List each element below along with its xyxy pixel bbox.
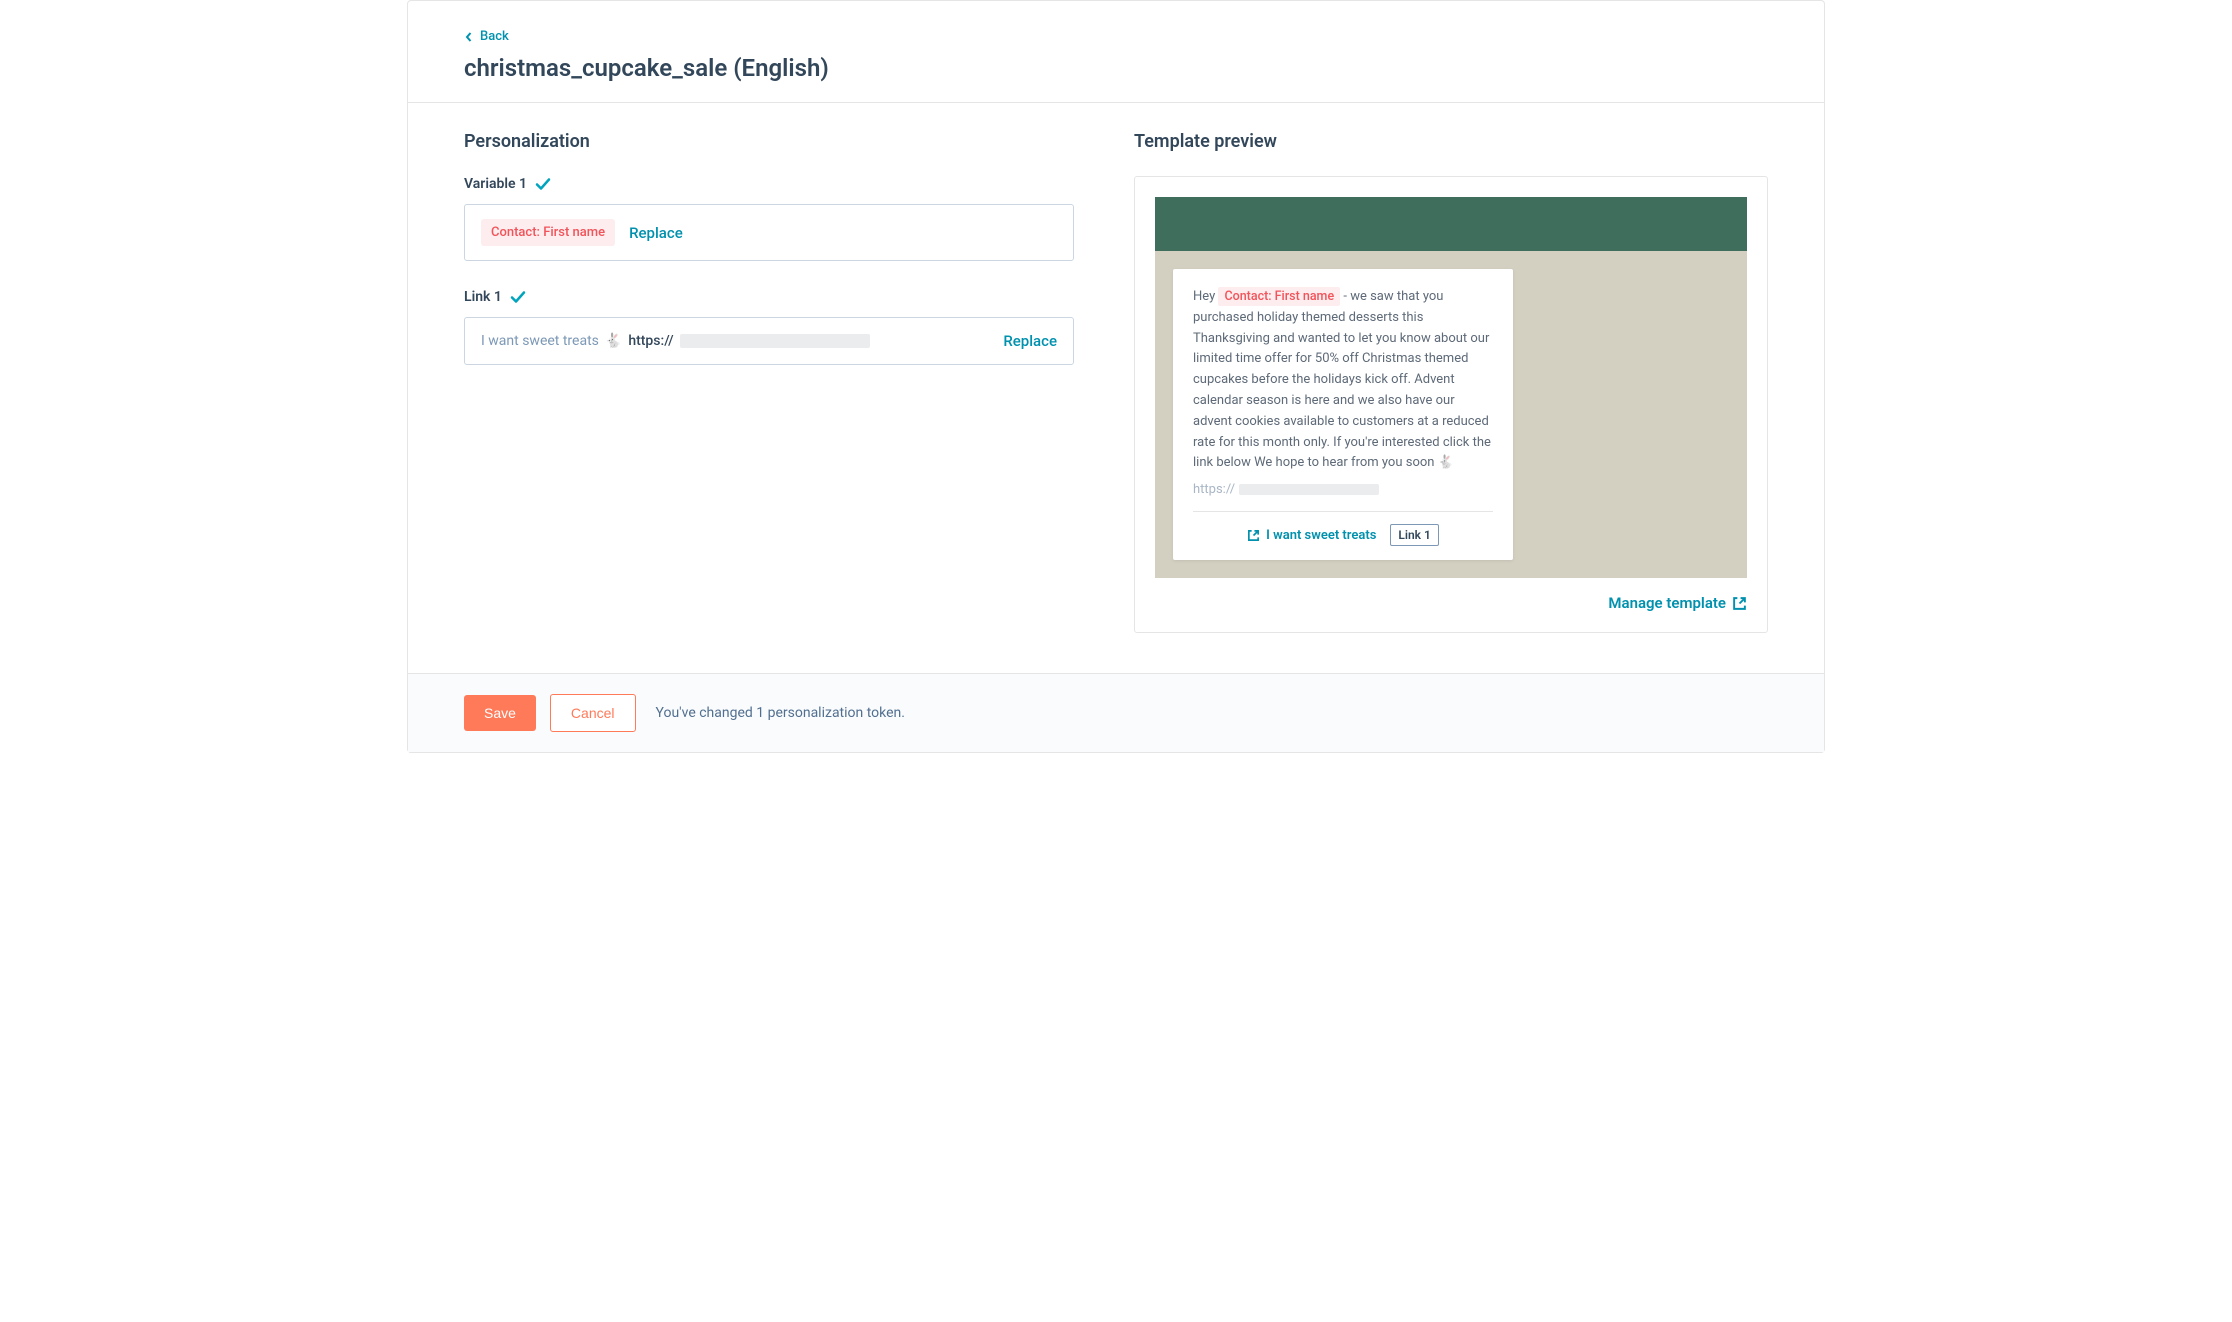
- preview-url: https://: [1193, 482, 1493, 497]
- footer-bar: Save Cancel You've changed 1 personaliza…: [408, 673, 1824, 752]
- variable-1-replace-link[interactable]: Replace: [629, 224, 683, 242]
- external-link-icon: [1732, 596, 1747, 611]
- back-link[interactable]: Back: [464, 29, 509, 44]
- redacted-url-sm: [1239, 484, 1379, 495]
- back-label: Back: [480, 29, 509, 44]
- preview-token: Contact: First name: [1218, 287, 1340, 306]
- variable-1-field[interactable]: Contact: First name Replace: [464, 204, 1074, 261]
- preview-outer: Hey Contact: First name - we saw that yo…: [1155, 197, 1747, 578]
- page-title: christmas_cupcake_sale (English): [464, 54, 1768, 82]
- external-link-icon: [1247, 529, 1260, 542]
- preview-footer-row: I want sweet treats Link 1: [1193, 511, 1493, 546]
- link-1-badge: Link 1: [1390, 524, 1438, 546]
- preview-card: Hey Contact: First name - we saw that yo…: [1134, 176, 1768, 633]
- variable-1-group: Variable 1 Contact: First name Replace: [464, 176, 1074, 261]
- redacted-url: [680, 334, 870, 348]
- personalization-panel: Personalization Variable 1 Contact: Firs…: [464, 131, 1074, 633]
- check-icon: [535, 176, 551, 192]
- link-1-group: Link 1 I want sweet treats 🐇 https:// Re…: [464, 289, 1074, 365]
- cancel-button[interactable]: Cancel: [550, 694, 636, 732]
- preview-cta-link[interactable]: I want sweet treats: [1247, 528, 1376, 543]
- preview-text: Hey Contact: First name - we saw that yo…: [1193, 287, 1493, 474]
- preview-body: Hey Contact: First name - we saw that yo…: [1173, 269, 1513, 560]
- link-1-label: Link 1: [464, 289, 1074, 305]
- personalization-heading: Personalization: [464, 131, 1074, 152]
- preview-header-strip: [1155, 197, 1747, 251]
- preview-heading: Template preview: [1134, 131, 1768, 152]
- template-preview-panel: Template preview Hey Contact: First name…: [1134, 131, 1768, 633]
- page-header: Back christmas_cupcake_sale (English): [408, 1, 1824, 103]
- link-1-field[interactable]: I want sweet treats 🐇 https:// Replace: [464, 317, 1074, 365]
- link-1-replace-link[interactable]: Replace: [1003, 332, 1057, 350]
- chevron-left-icon: [464, 32, 474, 42]
- check-icon: [510, 289, 526, 305]
- footer-message: You've changed 1 personalization token.: [656, 705, 905, 721]
- contact-first-name-token: Contact: First name: [481, 219, 615, 246]
- variable-1-label: Variable 1: [464, 176, 1074, 192]
- link-1-content: I want sweet treats 🐇 https://: [481, 333, 870, 349]
- save-button[interactable]: Save: [464, 695, 536, 731]
- manage-template-link[interactable]: Manage template: [1155, 594, 1747, 612]
